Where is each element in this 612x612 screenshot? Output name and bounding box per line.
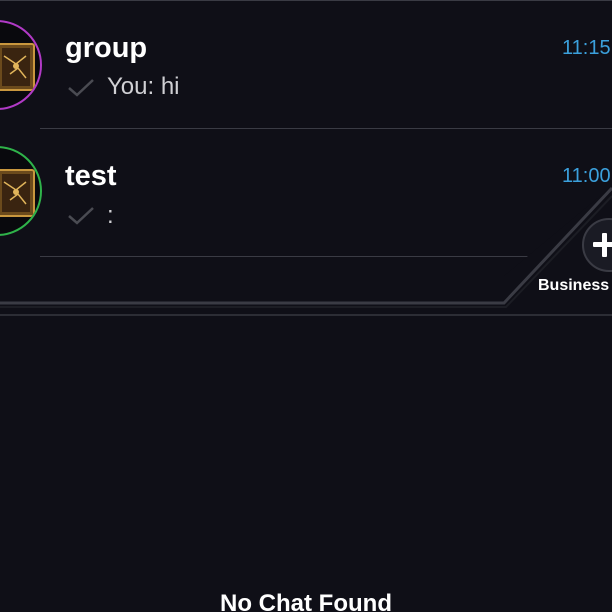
add-business-label: Business xyxy=(538,277,610,294)
chat-list-screen: group 11:15 You: hi test 11:00 : Busines… xyxy=(0,0,612,612)
empty-state-text: No Chat Found xyxy=(220,590,392,612)
panel-frame xyxy=(0,186,612,320)
